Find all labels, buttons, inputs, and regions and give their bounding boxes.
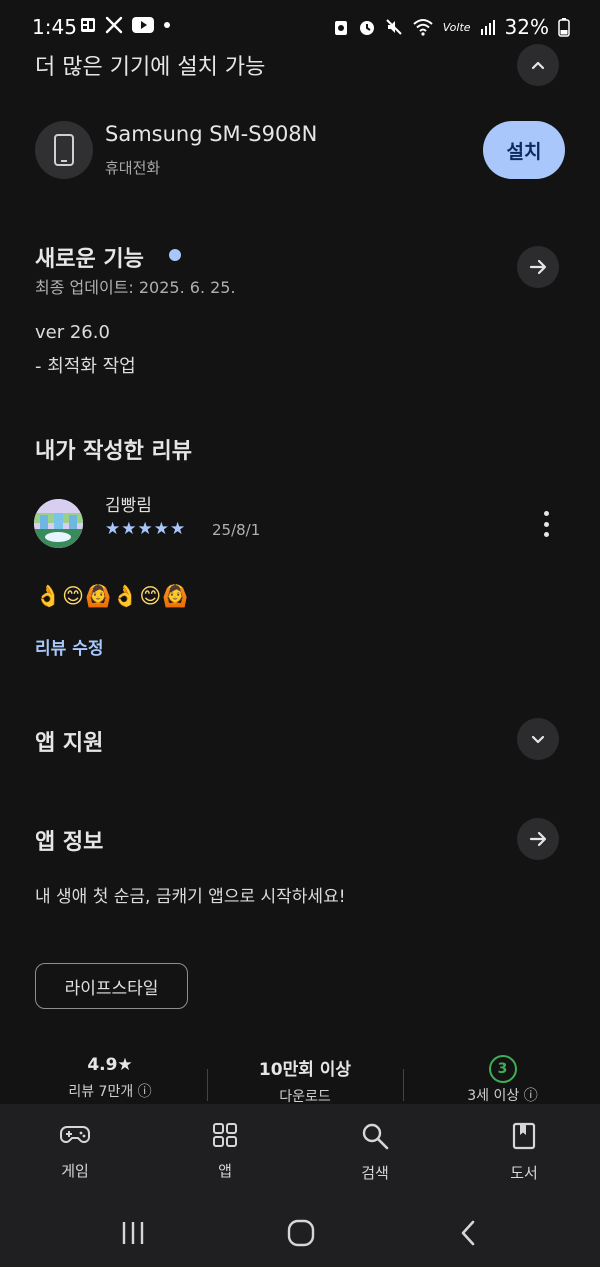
star-icon: ★ bbox=[170, 519, 186, 539]
age-rating-stat[interactable]: 3 3세 이상 ⓘ bbox=[430, 1055, 575, 1105]
whats-new-title: 새로운 기능 bbox=[35, 247, 144, 272]
rating-label: 리뷰 7만개 ⓘ bbox=[68, 1084, 152, 1100]
app-description: 내 생애 첫 순금, 금캐기 앱으로 시작하세요! bbox=[35, 887, 346, 907]
gallery-icon bbox=[81, 18, 95, 32]
nav-label-search: 검색 bbox=[361, 1164, 389, 1182]
rating-stat[interactable]: 4.9★ 리뷰 7만개 ⓘ bbox=[40, 1055, 180, 1101]
mute-icon bbox=[386, 19, 402, 35]
search-icon bbox=[362, 1123, 389, 1150]
arrow-right-icon bbox=[529, 259, 547, 275]
rating-value: 4.9★ bbox=[87, 1055, 133, 1075]
back-button[interactable] bbox=[456, 1219, 480, 1247]
status-right-icons: Volte 32% bbox=[333, 15, 570, 39]
recents-icon bbox=[122, 1222, 144, 1244]
collapse-devices-button[interactable] bbox=[517, 44, 559, 86]
nav-item-apps[interactable]: 앱 bbox=[185, 1122, 265, 1181]
dot-icon bbox=[164, 22, 170, 28]
chevron-up-icon bbox=[531, 61, 545, 70]
gamepad-icon bbox=[60, 1126, 90, 1143]
app-support-title: 앱 지원 bbox=[35, 731, 104, 756]
my-review-title: 내가 작성한 리뷰 bbox=[35, 439, 192, 464]
battery-icon bbox=[558, 18, 570, 37]
recents-button[interactable] bbox=[118, 1219, 148, 1247]
install-button[interactable]: 설치 bbox=[483, 121, 565, 179]
app-info-arrow-button[interactable] bbox=[517, 818, 559, 860]
status-left-icons bbox=[80, 16, 171, 34]
home-button[interactable] bbox=[286, 1219, 316, 1247]
new-indicator-dot bbox=[169, 249, 181, 261]
wifi-icon bbox=[413, 19, 433, 36]
device-type: 휴대전화 bbox=[105, 159, 161, 177]
review-text: 👌😊🙆👌😊🙆 bbox=[35, 584, 190, 608]
back-icon bbox=[461, 1220, 475, 1246]
system-nav-bar bbox=[0, 1202, 600, 1267]
downloads-label: 다운로드 bbox=[279, 1089, 331, 1105]
volte-icon: Volte bbox=[442, 20, 471, 34]
star-icon: ★ bbox=[121, 519, 137, 539]
nav-item-games[interactable]: 게임 bbox=[35, 1122, 115, 1181]
avatar bbox=[34, 499, 83, 548]
apps-grid-icon bbox=[213, 1123, 237, 1147]
avatar-image bbox=[34, 499, 83, 548]
edit-review-link[interactable]: 리뷰 수정 bbox=[35, 634, 103, 659]
review-date: 25/8/1 bbox=[212, 521, 261, 539]
review-more-options-button[interactable] bbox=[534, 508, 558, 540]
more-vertical-icon bbox=[543, 511, 549, 516]
signal-icon bbox=[480, 20, 495, 35]
age-badge: 3 bbox=[488, 1055, 517, 1083]
age-label: 3세 이상 ⓘ bbox=[467, 1088, 538, 1104]
downloads-stat: 10만회 이상 다운로드 bbox=[225, 1055, 385, 1106]
nav-item-books[interactable]: 도서 bbox=[484, 1122, 564, 1183]
nav-label-books: 도서 bbox=[510, 1164, 538, 1182]
nav-label-games: 게임 bbox=[61, 1162, 89, 1180]
chevron-down-icon bbox=[531, 735, 545, 744]
nav-label-apps: 앱 bbox=[218, 1162, 232, 1180]
battery-percent: 32% bbox=[504, 15, 549, 39]
arrow-right-icon bbox=[529, 831, 547, 847]
stats-row: 4.9★ 리뷰 7만개 ⓘ 10만회 이상 다운로드 3 3세 이상 ⓘ bbox=[0, 1055, 600, 1105]
tools-icon bbox=[105, 16, 123, 34]
devices-section-title: 더 많은 기기에 설치 가능 bbox=[35, 55, 266, 80]
whats-new-arrow-button[interactable] bbox=[517, 246, 559, 288]
downloads-value: 10만회 이상 bbox=[258, 1060, 352, 1080]
reviewer-name: 김빵림 bbox=[105, 496, 152, 516]
recycle-icon bbox=[334, 21, 347, 35]
home-icon bbox=[287, 1219, 315, 1247]
device-name: Samsung SM-S908N bbox=[105, 122, 318, 146]
star-icon: ★ bbox=[105, 519, 121, 539]
stat-divider bbox=[207, 1069, 208, 1101]
bottom-nav: 게임 앱 검색 도서 bbox=[0, 1104, 600, 1202]
status-bar: 1:45 Volte 32% bbox=[0, 0, 600, 54]
status-time: 1:45 bbox=[32, 15, 77, 39]
phone-icon bbox=[54, 134, 74, 166]
app-info-title: 앱 정보 bbox=[35, 830, 104, 855]
review-rating-stars: ★ ★ ★ ★ ★ bbox=[105, 519, 185, 539]
version-text: ver 26.0 bbox=[35, 322, 110, 343]
youtube-icon bbox=[132, 17, 154, 33]
stat-divider bbox=[403, 1069, 404, 1101]
last-updated: 최종 업데이트: 2025. 6. 25. bbox=[35, 278, 236, 297]
app-support-expand-button[interactable] bbox=[517, 718, 559, 760]
star-icon: ★ bbox=[153, 519, 169, 539]
star-icon: ★ bbox=[137, 519, 153, 539]
category-chip[interactable]: 라이프스타일 bbox=[35, 963, 188, 1009]
alarm-icon bbox=[359, 21, 374, 35]
nav-item-search[interactable]: 검색 bbox=[335, 1122, 415, 1183]
release-notes: - 최적화 작업 bbox=[35, 356, 136, 377]
book-icon bbox=[512, 1122, 536, 1150]
device-icon-wrap bbox=[35, 121, 93, 179]
